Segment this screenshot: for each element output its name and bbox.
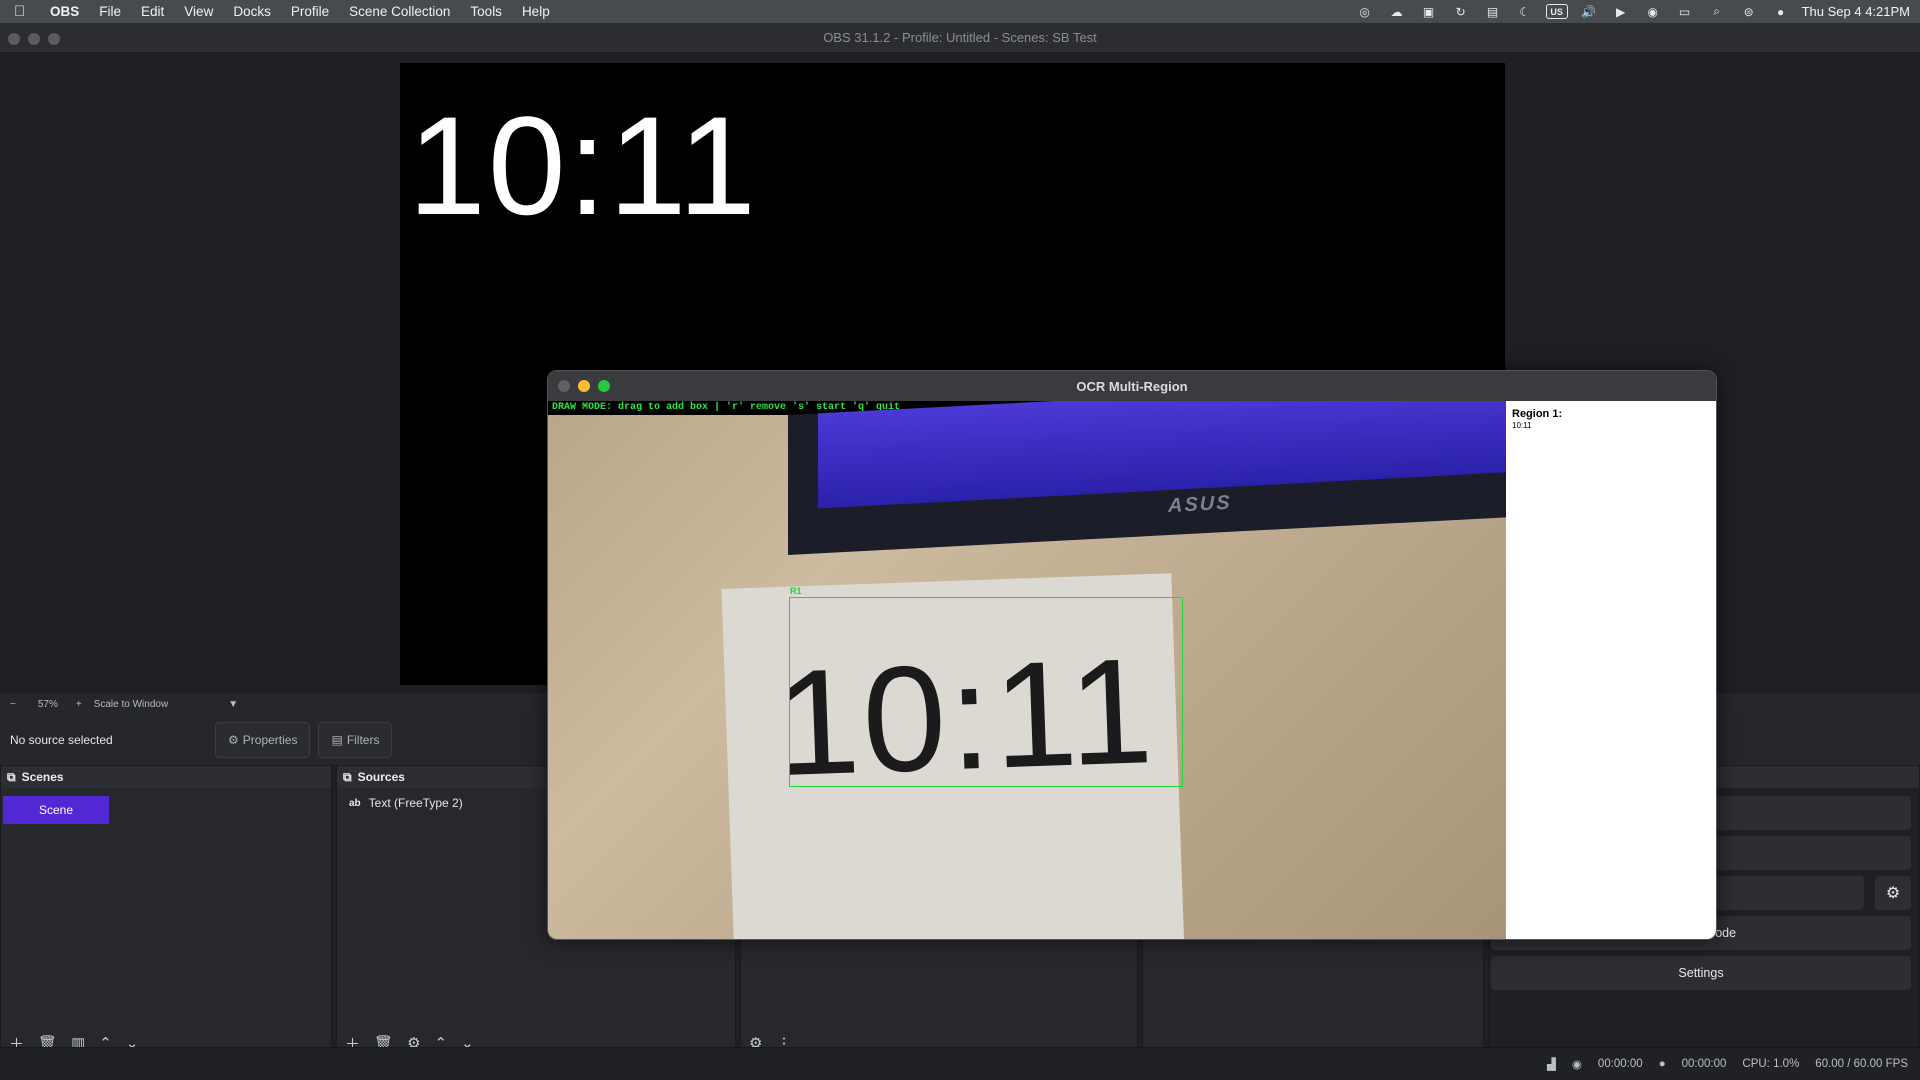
scenes-list: Scene [1,788,331,1020]
zoom-in-button[interactable]: + [76,699,82,710]
camera-feed[interactable]: DRAW MODE: drag to add box | 'r' remove … [548,401,1506,939]
properties-button[interactable]: ⚙ Properties [215,722,311,758]
network-signal-icon: ▟ [1547,1059,1556,1071]
menu-scene-collection[interactable]: Scene Collection [339,0,460,23]
scenes-dock: ⧉ Scenes Scene ＋ 🗑 ▥ ⌃ ⌄ [0,765,332,1065]
cpu-usage: CPU: 1.0% [1742,1058,1800,1070]
dock-icon: ⧉ [343,769,352,784]
menubar-datetime[interactable]: Thu Sep 4 4:21PM [1802,4,1910,19]
window-title: OBS 31.1.2 - Profile: Untitled - Scenes:… [823,30,1097,45]
obs-titlebar: OBS 31.1.2 - Profile: Untitled - Scenes:… [0,23,1920,53]
virtual-camera-gear-icon[interactable]: ⚙ [1875,876,1911,910]
control-center-icon[interactable]: ⊜ [1738,5,1760,19]
obs-tray-icon[interactable]: ◎ [1354,5,1376,19]
zoom-out-button[interactable]: − [10,699,16,710]
settings-button[interactable]: Settings [1491,956,1911,990]
dock-icon: ⧉ [7,769,16,784]
scenes-dock-header: ⧉ Scenes [1,766,331,788]
keyboard-icon[interactable]: ▤ [1482,5,1504,19]
zoom-button[interactable] [598,380,610,392]
laptop-screen [818,401,1506,509]
region-value: 10:11 [1512,421,1532,430]
volume-icon[interactable]: 🔊 [1578,5,1600,19]
zoom-level: 57% [37,698,58,710]
record-time: 00:00:00 [1681,1058,1727,1070]
play-icon[interactable]: ▶ [1610,5,1632,19]
menu-file[interactable]: File [89,0,131,23]
focus-moon-icon[interactable]: ☾ [1514,5,1536,19]
laptop-brand: ASUS [1168,491,1232,518]
macos-menubar:  OBS File Edit View Docks Profile Scene… [0,0,1920,50]
filters-label: Filters [346,733,380,747]
region-title: Region 1: [1512,408,1563,420]
menu-help[interactable]: Help [512,0,560,23]
menu-app-obs[interactable]: OBS [40,0,89,23]
siri-icon[interactable]: ● [1770,5,1792,19]
user-icon[interactable]: ◉ [1642,5,1664,19]
scene-item[interactable]: Scene [3,796,109,824]
minimize-button[interactable] [578,380,590,392]
preview-clock-text: 10:11 [408,87,758,244]
time-machine-icon[interactable]: ↻ [1450,5,1472,19]
stream-status-icon: ◉ [1571,1059,1582,1071]
properties-label: Properties [242,733,298,747]
fps-readout: 60.00 / 60.00 FPS [1815,1058,1908,1070]
gear-icon: ⚙ [228,733,239,747]
text-app-icon[interactable]: ▣ [1418,5,1440,19]
no-source-label: No source selected [10,733,113,747]
laptop-image: ASUS [788,401,1506,555]
menu-tools[interactable]: Tools [460,0,512,23]
spotlight-search-icon[interactable]: ⌕ [1706,4,1728,19]
ocr-titlebar[interactable]: OCR Multi-Region [548,371,1716,401]
menu-view[interactable]: View [174,0,223,23]
source-label: Text (FreeType 2) [368,796,463,810]
text-source-icon: ab [349,797,361,809]
apple-menu-icon[interactable]:  [14,3,40,20]
close-button[interactable] [558,380,570,392]
creative-cloud-icon[interactable]: ☁ [1386,5,1408,19]
source-item[interactable]: ab Text (FreeType 2) [349,796,463,810]
ocr-window-title: OCR Multi-Region [1076,378,1188,394]
ocr-window-controls [558,380,610,392]
region-results-panel: Region 1: 10:11 [1506,401,1716,939]
roi-tag: R1 [790,586,802,596]
ocr-window: OCR Multi-Region DRAW MODE: drag to add … [547,370,1717,940]
menu-edit[interactable]: Edit [131,0,174,23]
input-source-icon[interactable]: US [1545,4,1568,19]
record-status-icon: ● [1658,1058,1666,1070]
zoom-button[interactable] [48,33,60,45]
status-bar: ▟ ◉ 00:00:00 ● 00:00:00 CPU: 1.0% 60.00 … [0,1047,1920,1080]
menu-profile[interactable]: Profile [281,0,339,23]
close-button[interactable] [8,33,20,45]
scale-mode-select[interactable]: Scale to Window [94,699,168,710]
stream-time: 00:00:00 [1597,1058,1643,1070]
sources-title: Sources [357,770,405,784]
menu-docks[interactable]: Docks [223,0,281,23]
window-controls [8,33,60,45]
filters-button[interactable]: ▤ Filters [318,722,393,758]
chevron-down-icon[interactable]: ▼ [228,699,238,710]
scenes-title: Scenes [21,770,64,784]
filter-icon: ▤ [331,733,343,747]
status-tray: ◎ ☁ ▣ ↻ ▤ ■ ☾ US 🔊 ▶ ◉ ▭ ⌕ ⊜ ● Thu Sep 4… [1353,0,1910,50]
minimize-button[interactable] [28,33,40,45]
roi-box[interactable]: R1 [789,586,1183,787]
battery-icon[interactable]: ▭ [1674,5,1696,19]
